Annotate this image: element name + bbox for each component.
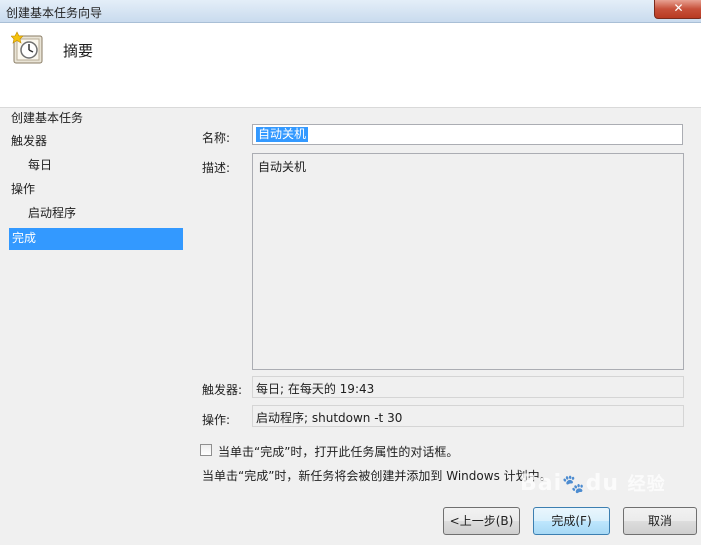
name-label: 名称: <box>202 131 231 145</box>
watermark-text-du: du <box>585 471 619 496</box>
open-properties-label[interactable]: 当单击“完成”时，打开此任务属性的对话框。 <box>218 443 458 460</box>
trigger-field: 每日; 在每天的 19:43 <box>252 376 684 398</box>
nav-step-start-program[interactable]: 启动程序 <box>28 203 76 225</box>
nav-step-trigger[interactable]: 触发器 <box>11 131 47 153</box>
back-button[interactable]: <上一步(B) <box>443 507 520 535</box>
action-label: 操作: <box>202 413 231 427</box>
trigger-label: 触发器: <box>202 383 243 397</box>
name-input[interactable]: 自动关机 <box>252 124 683 145</box>
name-input-value: 自动关机 <box>256 127 309 142</box>
watermark-text-jingyan: 经验 <box>627 474 666 495</box>
paw-icon: 🐾 <box>562 474 586 495</box>
close-icon: ✕ <box>673 1 684 15</box>
title-bar: 创建基本任务向导 ✕ <box>0 0 701 23</box>
nav-step-action[interactable]: 操作 <box>11 179 35 201</box>
wizard-header: 摘要 <box>0 23 701 108</box>
watermark-text-bai: Bai <box>520 471 563 496</box>
description-textarea[interactable]: 自动关机 <box>252 153 684 370</box>
action-value: 启动程序; shutdown -t 30 <box>256 411 403 425</box>
wizard-body: 创建基本任务 触发器 每日 操作 启动程序 完成 名称: 自动关机 描述: 自动… <box>0 108 701 545</box>
description-value: 自动关机 <box>258 160 307 174</box>
close-button[interactable]: ✕ <box>654 0 701 19</box>
open-properties-checkbox[interactable] <box>200 444 212 456</box>
finish-button[interactable]: 完成(F) <box>533 507 610 535</box>
action-field: 启动程序; shutdown -t 30 <box>252 405 684 427</box>
page-title: 摘要 <box>63 42 94 60</box>
nav-step-create-task[interactable]: 创建基本任务 <box>11 108 83 130</box>
baidu-watermark: Bai🐾du 经验 <box>520 470 666 496</box>
finish-info-text: 当单击“完成”时，新任务将会被创建并添加到 Windows 计划中。 <box>202 469 552 483</box>
window-title: 创建基本任务向导 <box>6 6 103 20</box>
nav-step-finish[interactable]: 完成 <box>9 228 183 250</box>
nav-step-daily[interactable]: 每日 <box>28 155 52 177</box>
task-clock-icon <box>11 31 43 64</box>
description-label: 描述: <box>202 161 231 175</box>
cancel-button[interactable]: 取消 <box>623 507 697 535</box>
trigger-value: 每日; 在每天的 19:43 <box>256 382 375 396</box>
